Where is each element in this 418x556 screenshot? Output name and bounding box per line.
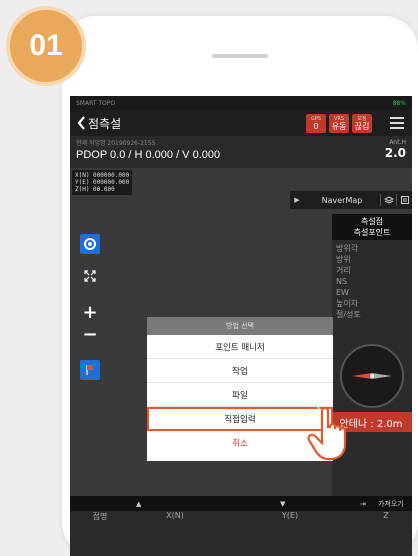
tap-hand-icon — [306, 404, 347, 461]
vrs-value: 유동 — [331, 121, 347, 131]
flag-icon — [86, 365, 94, 375]
info-item: EW — [336, 288, 349, 297]
page-title: 점측설 — [88, 116, 122, 131]
plus-icon: + — [82, 301, 98, 323]
col-x: X(N) — [166, 511, 184, 520]
job-name: 현재 작업명 20190926-2155 — [76, 140, 156, 147]
collapse-down-icon[interactable]: ▼ — [280, 500, 285, 508]
col-z: Z — [383, 511, 389, 520]
back-icon[interactable] — [74, 114, 88, 132]
coord-z: Z(H) 00.000 — [75, 186, 115, 193]
step-badge: 01 — [6, 6, 86, 86]
info-item: 높이차 — [336, 299, 359, 308]
pdop-readout: PDOP 0.0 / H 0.000 / V 0.000 — [76, 149, 221, 161]
info-item: 거리 — [336, 266, 351, 275]
correction-status-badge: 보정 끊김 — [352, 114, 372, 133]
title-bar: 점측설 GPS 0 VRS 유동 보정 끊김 — [70, 110, 412, 136]
correction-value: 끊김 — [354, 121, 370, 131]
gps-value: 0 — [313, 121, 319, 131]
col-point-name: 점명 — [92, 512, 108, 521]
target-icon — [84, 238, 96, 250]
antenna-height-value: 2.0 — [384, 146, 406, 160]
antenna-height: Ant.H 2.0 — [385, 139, 406, 160]
option-job[interactable]: 작업 — [147, 359, 333, 383]
phone-speaker — [212, 54, 268, 58]
step-number: 01 — [29, 29, 63, 62]
option-point-manager[interactable]: 포인트 매니저 — [147, 335, 333, 359]
app-screen: SMART TOPO 88% 점측설 GPS 0 VRS 유동 보정 끊김 현재… — [70, 96, 412, 556]
dialog-title: 방법 선택 — [147, 317, 333, 335]
info-item: 방위 — [336, 255, 351, 264]
status-app-name: SMART TOPO — [76, 99, 116, 107]
coord-x: X(N) 000000.000 — [75, 172, 130, 179]
layers-icon[interactable] — [380, 194, 396, 206]
stakeout-info-list: 방위각 방위 거리 NS EW 높이차 절/성토 — [332, 240, 412, 323]
antenna-height-label: Ant.H — [389, 139, 406, 146]
coord-y: Y(E) 000000.000 — [75, 179, 130, 186]
info-bar: 현재 작업명 20190926-2155 PDOP 0.0 / H 0.000 … — [70, 136, 412, 168]
table-body — [70, 527, 412, 556]
vrs-status-badge: VRS 유동 — [329, 114, 349, 133]
map-expand-icon[interactable]: ▶ — [290, 196, 304, 204]
info-item: 방위각 — [336, 244, 359, 253]
map-bar: ▶ NaverMap — [290, 191, 412, 209]
info-item: NS — [336, 277, 348, 286]
import-icon[interactable]: ⇥ — [360, 500, 366, 508]
stakeout-point-title: 측설점 — [360, 217, 384, 226]
phone-frame: SMART TOPO 88% 점측설 GPS 0 VRS 유동 보정 끊김 현재… — [62, 16, 418, 556]
info-item: 절/성토 — [336, 310, 361, 319]
minus-icon: − — [82, 323, 98, 345]
table-header: 점명 X(N) Y(E) Z — [70, 511, 412, 527]
bottom-bar: ▲ ▼ ⇥ 가져오기 — [70, 496, 412, 511]
zoom-in-button[interactable]: + — [80, 301, 100, 323]
list-icon[interactable] — [396, 194, 412, 206]
menu-icon[interactable] — [390, 117, 404, 129]
map-type-select[interactable]: NaverMap — [304, 196, 380, 205]
import-button[interactable]: 가져오기 — [378, 499, 404, 509]
stakeout-panel-header: 측설점 측설포인트 — [332, 214, 412, 240]
gnss-status: GPS 0 VRS 유동 보정 끊김 — [306, 114, 372, 133]
locate-button[interactable] — [80, 234, 100, 254]
status-bar: SMART TOPO 88% — [70, 96, 412, 110]
stakeout-point-name: 측설포인트 — [353, 228, 391, 237]
col-y: Y(E) — [281, 511, 299, 520]
zoom-out-button[interactable]: − — [80, 323, 100, 345]
flag-button[interactable] — [80, 360, 100, 380]
battery-level: 88% — [392, 99, 406, 107]
compass-needle-icon — [352, 373, 392, 379]
gps-status-badge: GPS 0 — [306, 114, 326, 133]
expand-icon — [84, 270, 96, 282]
coordinate-readout: X(N) 000000.000 Y(E) 000000.000 Z(H) 00.… — [72, 170, 133, 195]
compass — [340, 344, 404, 408]
fit-screen-button[interactable] — [80, 266, 100, 286]
collapse-up-icon[interactable]: ▲ — [136, 500, 141, 508]
